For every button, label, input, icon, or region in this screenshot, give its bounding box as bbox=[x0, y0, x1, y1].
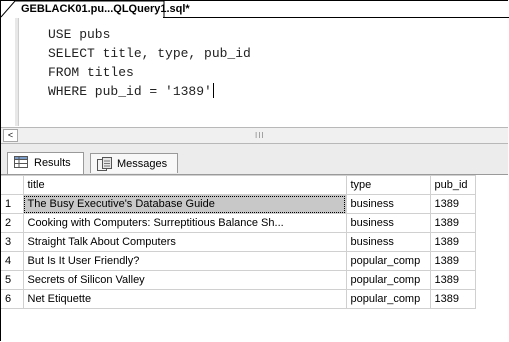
row-number-cell[interactable]: 3 bbox=[1, 232, 24, 252]
pub-id-cell[interactable]: 1389 bbox=[429, 213, 476, 233]
sql-code[interactable]: USE pubs SELECT title, type, pub_id FROM… bbox=[48, 25, 251, 101]
tab-messages-label: Messages bbox=[117, 158, 168, 170]
results-table: title type pub_id 1 The Busy Executive's … bbox=[1, 175, 476, 309]
text-caret bbox=[212, 83, 214, 98]
type-cell[interactable]: business bbox=[345, 232, 431, 252]
column-header-type[interactable]: type bbox=[345, 175, 431, 195]
type-cell[interactable]: business bbox=[345, 194, 431, 214]
type-cell[interactable]: popular_comp bbox=[345, 270, 431, 290]
title-cell[interactable]: Secrets of Silicon Valley bbox=[22, 270, 347, 290]
row-number-cell[interactable]: 2 bbox=[1, 213, 24, 233]
pub-id-cell[interactable]: 1389 bbox=[429, 270, 476, 290]
pub-id-cell[interactable]: 1389 bbox=[429, 289, 476, 309]
code-line-3: FROM titles bbox=[48, 65, 134, 80]
table-row[interactable]: 5 Secrets of Silicon Valley popular_comp 13… bbox=[1, 270, 476, 290]
title-cell[interactable]: But Is It User Friendly? bbox=[22, 251, 347, 271]
title-cell[interactable]: Net Etiquette bbox=[22, 289, 347, 309]
pub-id-cell[interactable]: 1389 bbox=[429, 194, 476, 214]
code-line-4: WHERE pub_id = '1389' bbox=[48, 84, 212, 99]
type-cell[interactable]: business bbox=[345, 213, 431, 233]
messages-icon bbox=[97, 157, 112, 171]
row-number-cell[interactable]: 1 bbox=[1, 194, 24, 214]
table-row[interactable]: 6 Net Etiquette popular_comp 1389 bbox=[1, 289, 476, 309]
row-number-header[interactable] bbox=[1, 175, 24, 195]
pub-id-cell[interactable]: 1389 bbox=[429, 251, 476, 271]
editor-gutter bbox=[15, 18, 19, 126]
title-cell[interactable]: Straight Talk About Computers bbox=[22, 232, 347, 252]
scroll-left-button[interactable]: < bbox=[3, 129, 18, 142]
document-tab[interactable]: GEBLACK01.pu...QLQuery1.sql* bbox=[1, 0, 190, 18]
results-grid[interactable]: title type pub_id 1 The Busy Executive's … bbox=[1, 175, 508, 341]
horizontal-scrollbar[interactable]: < III bbox=[1, 127, 508, 144]
scroll-grip-icon[interactable]: III bbox=[255, 131, 265, 140]
pub-id-cell[interactable]: 1389 bbox=[429, 232, 476, 252]
sql-editor[interactable]: USE pubs SELECT title, type, pub_id FROM… bbox=[1, 18, 508, 126]
tab-results[interactable]: Results bbox=[7, 152, 84, 174]
table-row[interactable]: 4 But Is It User Friendly? popular_comp 138… bbox=[1, 251, 476, 271]
type-cell[interactable]: popular_comp bbox=[345, 251, 431, 271]
table-row[interactable]: 2 Cooking with Computers: Surreptitious B… bbox=[1, 213, 476, 233]
title-cell[interactable]: Cooking with Computers: Surreptitious Ba… bbox=[22, 213, 347, 233]
row-number-cell[interactable]: 4 bbox=[1, 251, 24, 271]
tab-results-label: Results bbox=[34, 157, 71, 169]
type-cell[interactable]: popular_comp bbox=[345, 289, 431, 309]
header-row: title type pub_id bbox=[1, 175, 476, 195]
column-header-title[interactable]: title bbox=[22, 175, 347, 195]
tab-messages[interactable]: Messages bbox=[90, 153, 178, 173]
title-cell[interactable]: The Busy Executive's Database Guide bbox=[22, 194, 347, 214]
grid-icon bbox=[14, 156, 28, 168]
table-row[interactable]: 1 The Busy Executive's Database Guide busi… bbox=[1, 194, 476, 214]
code-line-2: SELECT title, type, pub_id bbox=[48, 46, 251, 61]
code-line-1: USE pubs bbox=[48, 27, 111, 42]
table-row[interactable]: 3 Straight Talk About Computers business 13… bbox=[1, 232, 476, 252]
results-tab-strip: Results Messages bbox=[1, 144, 508, 175]
document-tab-label: GEBLACK01.pu...QLQuery1.sql* bbox=[21, 3, 190, 15]
row-number-cell[interactable]: 5 bbox=[1, 270, 24, 290]
column-header-pub-id[interactable]: pub_id bbox=[429, 175, 476, 195]
table-body: 1 The Busy Executive's Database Guide busi… bbox=[1, 194, 476, 309]
row-number-cell[interactable]: 6 bbox=[1, 289, 24, 309]
